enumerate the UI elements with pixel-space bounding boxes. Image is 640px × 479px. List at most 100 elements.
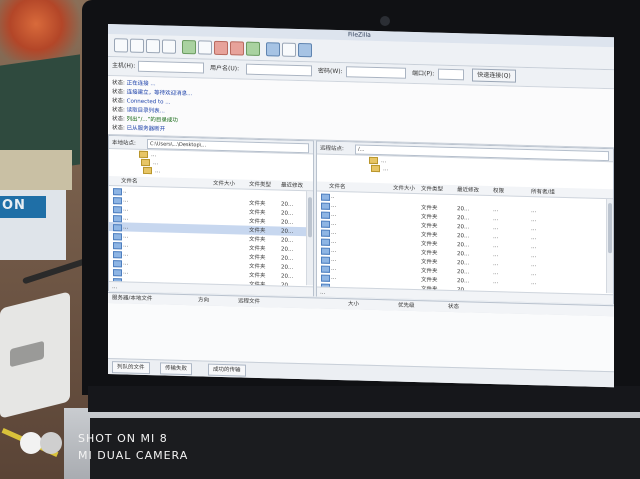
- host-label: 主机(H):: [112, 62, 136, 70]
- toggle-remote-tree-icon[interactable]: [162, 39, 176, 54]
- webcam-icon: [380, 16, 390, 26]
- book-stack-middle: [0, 150, 72, 190]
- folder-icon: [141, 158, 150, 167]
- file-perm: ...: [493, 243, 499, 250]
- file-name: ...: [331, 238, 337, 245]
- refresh-icon[interactable]: [182, 39, 196, 55]
- column-header[interactable]: 文件类型: [249, 181, 271, 190]
- column-header[interactable]: 文件大小: [213, 180, 235, 189]
- tree-item[interactable]: ...: [371, 164, 389, 173]
- book-spine-text: ON: [2, 198, 26, 213]
- file-perm: ...: [493, 234, 499, 241]
- file-name: ...: [123, 242, 129, 249]
- log-line-message: 已从服务器断开: [126, 125, 166, 133]
- file-perm: ...: [493, 279, 499, 286]
- log-line-message: 连接建立，等待欢迎消息...: [126, 89, 193, 98]
- file-name: ...: [331, 220, 337, 227]
- remote-scrollbar[interactable]: [606, 199, 613, 294]
- log-line: 状态: Connected to ...: [112, 97, 171, 107]
- reconnect-icon[interactable]: [246, 41, 260, 56]
- local-scrollbar[interactable]: [306, 191, 313, 286]
- host-input[interactable]: [138, 60, 204, 74]
- tree-item[interactable]: ...: [143, 166, 160, 175]
- disconnect-icon[interactable]: [230, 41, 244, 56]
- site-manager-icon[interactable]: [114, 38, 128, 53]
- queue-column-header[interactable]: 大小: [348, 300, 359, 308]
- directory-compare-icon[interactable]: [266, 42, 280, 57]
- file-perm: ...: [493, 261, 499, 268]
- process-queue-icon[interactable]: [198, 40, 212, 55]
- file-name: ...: [123, 251, 129, 258]
- folder-icon: [371, 164, 380, 173]
- queue-column-header[interactable]: 方向: [198, 296, 209, 304]
- column-header[interactable]: 文件名: [329, 183, 346, 191]
- queue-column-header[interactable]: 服务器/本地文件: [112, 294, 152, 303]
- file-name: ...: [331, 247, 337, 254]
- local-path-input[interactable]: C:\Users\...\Desktop\...: [147, 139, 309, 154]
- port-input[interactable]: [438, 68, 464, 81]
- file-owner: ...: [531, 235, 537, 242]
- queue-column-header[interactable]: 优先级: [398, 302, 415, 310]
- column-header[interactable]: 最近修改: [281, 182, 303, 191]
- log-line-label: 状态:: [112, 125, 125, 132]
- file-owner: ...: [531, 253, 537, 260]
- queue-column-header[interactable]: 远程文件: [238, 297, 260, 306]
- column-header[interactable]: 权限: [493, 187, 504, 195]
- file-name: ...: [331, 229, 337, 236]
- cancel-icon[interactable]: [214, 40, 228, 56]
- folder-icon: [369, 156, 378, 165]
- file-name: ...: [123, 233, 129, 240]
- column-header[interactable]: 文件类型: [421, 185, 443, 194]
- file-name: ...: [123, 269, 129, 276]
- quickconnect-button[interactable]: 快速连接(Q): [472, 68, 516, 83]
- queue-tab[interactable]: 成功的传输: [208, 363, 246, 377]
- password-label: 密码(W):: [318, 67, 343, 76]
- log-line-label: 状态:: [112, 116, 125, 123]
- user-input[interactable]: [246, 63, 312, 77]
- file-owner: ...: [531, 262, 537, 269]
- file-owner: ...: [531, 244, 537, 251]
- remote-scroll-thumb[interactable]: [608, 203, 612, 254]
- file-perm: ...: [493, 207, 499, 214]
- watermark-circle-right: [40, 432, 62, 454]
- column-header[interactable]: 文件大小: [393, 184, 415, 193]
- file-owner: ...: [531, 208, 537, 215]
- search-icon[interactable]: [298, 42, 312, 58]
- remote-path-input[interactable]: /...: [355, 144, 609, 162]
- log-line-label: 状态:: [112, 107, 125, 114]
- log-line-message: 读取目录列表...: [126, 107, 165, 115]
- column-header[interactable]: 最近修改: [457, 186, 479, 195]
- file-perm: ...: [493, 225, 499, 232]
- tree-item-label: ...: [383, 166, 389, 173]
- toggle-log-icon[interactable]: [130, 38, 144, 53]
- tree-item-label: ...: [151, 152, 157, 159]
- local-pane: 本地站点: C:\Users\...\Desktop\... .........…: [108, 135, 314, 297]
- log-line: 状态: 已从服务器断开: [112, 124, 165, 133]
- local-scroll-thumb[interactable]: [308, 197, 312, 238]
- folder-icon: [143, 166, 152, 175]
- log-line-label: 状态:: [112, 98, 125, 105]
- file-name: ...: [123, 215, 129, 222]
- toggle-tree-icon[interactable]: [146, 38, 160, 54]
- file-name: ...: [331, 256, 337, 263]
- queue-tab[interactable]: 列队的文件: [112, 361, 150, 375]
- folder-icon: [139, 150, 148, 159]
- file-name: ..: [123, 188, 127, 195]
- file-perm: ...: [493, 270, 499, 277]
- screen: FileZilla 主机(H): 用户名(U): 密码(W): 端口(P): 快…: [108, 24, 614, 388]
- camera-watermark-logo: [20, 432, 64, 456]
- filter-icon[interactable]: [282, 42, 296, 57]
- laptop-chin: [88, 386, 640, 412]
- remote-pane: 远程站点: /... ...... 文件名 文件大小 文件类型 最近修改 权限 所有者/组…: [316, 140, 614, 305]
- queue-column-header[interactable]: 状态: [448, 303, 459, 311]
- file-name: ...: [331, 265, 337, 272]
- file-name: ...: [331, 211, 337, 218]
- column-header[interactable]: 文件名: [121, 177, 138, 185]
- port-label: 端口(P):: [412, 69, 435, 78]
- file-name: ..: [331, 193, 335, 200]
- watermark-line-2: MI DUAL CAMERA: [78, 449, 189, 462]
- file-name: ...: [123, 260, 129, 267]
- queue-tab[interactable]: 传输失败: [160, 362, 193, 376]
- password-input[interactable]: [346, 66, 406, 79]
- column-header[interactable]: 所有者/组: [531, 188, 555, 197]
